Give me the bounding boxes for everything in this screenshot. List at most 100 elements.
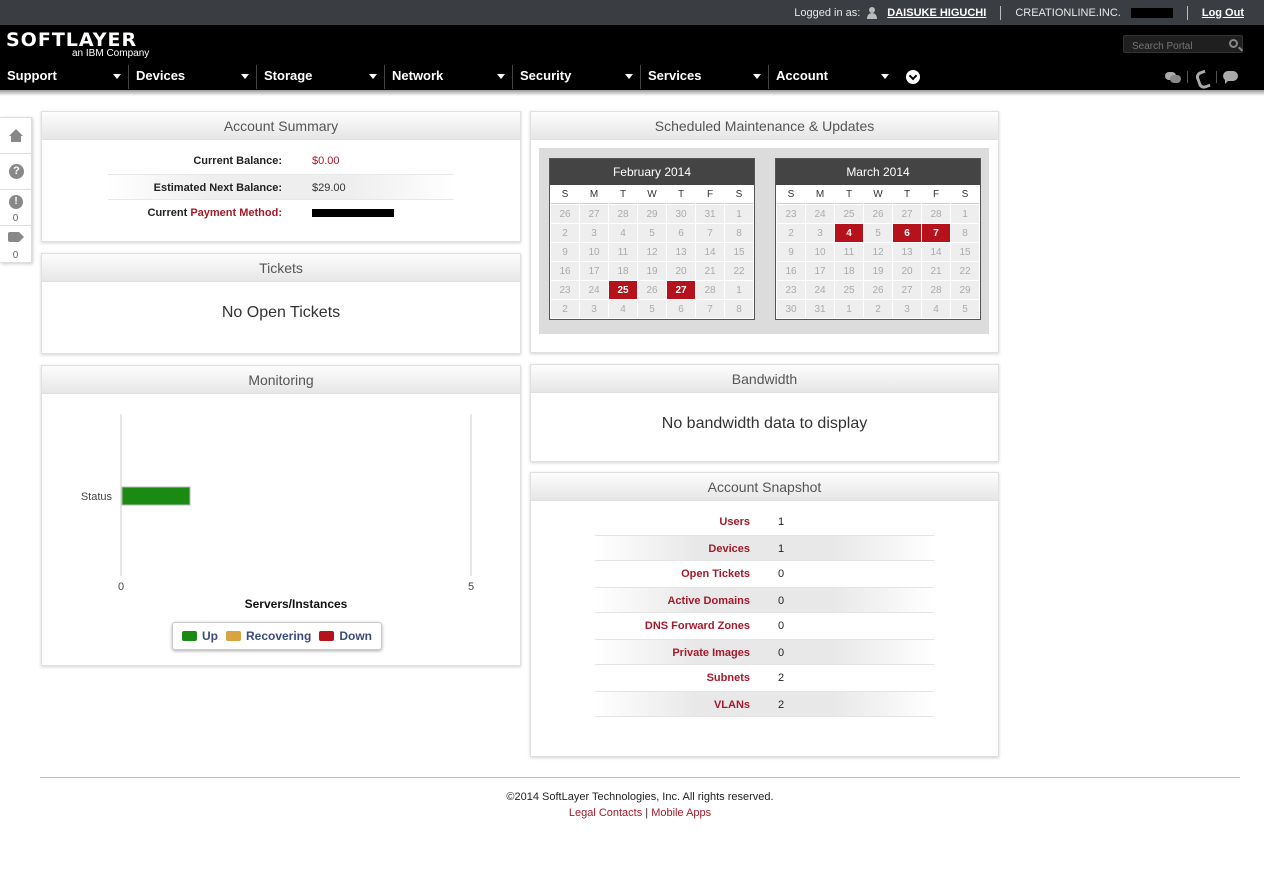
monitoring-panel: Monitoring Status 0 5 Servers/Instances … <box>41 365 521 666</box>
redacted-block <box>1130 7 1173 18</box>
calendar-grid: S M T W T F S 23 24 25 26 27 28 1 2 3 4 5 6 7 8 9 10 11 12 13 14 15… <box>776 185 980 319</box>
calendar-day: 1 <box>835 300 863 318</box>
feedback-icon[interactable] <box>1223 70 1239 84</box>
legend-label: Recovering <box>245 629 312 643</box>
live-chat-icon[interactable] <box>1165 70 1181 84</box>
snapshot-label-link[interactable]: Active Domains <box>595 588 750 612</box>
calendar-day: 16 <box>777 262 805 280</box>
sidebar-alerts[interactable]: ! 0 <box>0 190 31 226</box>
softlayer-logo[interactable]: SOFTLAYER an IBM Company <box>6 29 149 59</box>
calendar-day: 23 <box>777 281 805 299</box>
calendar-day: 24 <box>806 205 834 223</box>
panel-title: Account Summary <box>42 112 520 140</box>
nav-network[interactable]: Network <box>384 65 512 89</box>
maintenance-day[interactable]: 27 <box>667 281 695 299</box>
calendar-day: 5 <box>951 300 979 318</box>
bandwidth-panel: Bandwidth No bandwidth data to display <box>530 364 999 462</box>
legend-item-up[interactable]: Up <box>181 629 218 643</box>
username-link[interactable]: DAISUKE HIGUCHI <box>887 7 986 19</box>
caret-down-icon <box>497 74 505 79</box>
calendar-day: 2 <box>551 300 579 318</box>
search-icon[interactable] <box>1229 39 1238 48</box>
legend-item-down[interactable]: Down <box>319 629 372 643</box>
calendar-day: 2 <box>551 224 579 242</box>
x-tick-label: 5 <box>468 581 474 593</box>
divider <box>1000 5 1002 20</box>
legend-swatch <box>225 631 241 641</box>
calendar-day: 9 <box>777 243 805 261</box>
calendar-day: 24 <box>806 281 834 299</box>
sidebar-tags[interactable]: 0 <box>0 226 31 262</box>
calendar-day: 25 <box>835 205 863 223</box>
nav-security[interactable]: Security <box>512 65 640 89</box>
weekday-header: S <box>725 186 753 204</box>
nav-label: Account <box>776 68 828 83</box>
mobile-apps-link[interactable]: Mobile Apps <box>651 807 711 819</box>
summary-row: Current Payment Method: <box>108 200 454 226</box>
summary-label: Estimated Next Balance: <box>153 182 282 194</box>
calendar-day: 10 <box>580 243 608 261</box>
legend-label: Down <box>339 629 373 643</box>
monitoring-chart: Status 0 5 Servers/Instances <box>81 414 474 611</box>
nav-account[interactable]: Account <box>768 65 896 89</box>
snapshot-label-link[interactable]: DNS Forward Zones <box>595 613 750 639</box>
calendar-day: 4 <box>609 300 637 318</box>
phone-icon[interactable] <box>1194 70 1210 84</box>
snapshot-value: 0 <box>778 595 785 607</box>
search-input[interactable] <box>1124 38 1224 55</box>
snapshot-value: 0 <box>778 568 785 580</box>
calendar-month: March 2014 <box>776 159 980 185</box>
calendar-day: 2 <box>777 224 805 242</box>
maintenance-day[interactable]: 7 <box>922 224 950 242</box>
legal-contacts-link[interactable]: Legal Contacts <box>569 807 642 819</box>
sidebar-home[interactable] <box>0 118 31 154</box>
maintenance-day[interactable]: 25 <box>609 281 637 299</box>
snapshot-label-link[interactable]: Subnets <box>595 665 750 691</box>
calendar-day: 20 <box>667 262 695 280</box>
sidebar-help[interactable]: ? <box>0 154 31 190</box>
empty-message: No Open Tickets <box>221 304 341 321</box>
snapshot-label-link[interactable]: VLANs <box>595 692 750 716</box>
weekday-header: T <box>609 186 637 204</box>
logout-link[interactable]: Log Out <box>1202 7 1244 19</box>
snapshot-label-link[interactable]: Devices <box>595 536 750 560</box>
snapshot-row: DNS Forward Zones 0 <box>595 613 934 639</box>
tag-icon <box>8 232 24 244</box>
calendar-day: 20 <box>893 262 921 280</box>
quick-sidebar: ? ! 0 0 <box>0 117 32 263</box>
calendar-day: 1 <box>725 281 753 299</box>
nav-storage[interactable]: Storage <box>256 65 384 89</box>
caret-down-icon <box>881 74 889 79</box>
summary-label: Current Payment Method: <box>108 200 282 226</box>
legend-swatch <box>319 631 335 641</box>
snapshot-value: 0 <box>778 620 785 632</box>
payment-method-link[interactable]: Payment Method <box>190 207 278 219</box>
calendar-day: 3 <box>580 300 608 318</box>
nav-services[interactable]: Services <box>640 65 768 89</box>
calendar-day: 7 <box>696 300 724 318</box>
nav-label: Services <box>648 68 702 83</box>
nav-support[interactable]: Support <box>0 65 128 89</box>
calendar-day: 23 <box>777 205 805 223</box>
snapshot-label-link[interactable]: Users <box>595 509 750 535</box>
search-box <box>1123 35 1243 55</box>
more-chevron-icon[interactable] <box>906 70 920 84</box>
legend-item-recovering[interactable]: Recovering <box>225 629 312 643</box>
calendar-grid: S M T W T F S 26 27 28 29 30 31 1 2 3 4 5 6 7 8 9 10 11 12 13 14 15… <box>550 185 754 319</box>
account-snapshot-panel: Account Snapshot Users 1 Devices 1 Open Tick… <box>530 472 999 757</box>
snapshot-value: 2 <box>778 672 785 684</box>
panel-title: Tickets <box>42 254 520 282</box>
nav-devices[interactable]: Devices <box>128 65 256 89</box>
caret-down-icon <box>625 74 633 79</box>
calendar-day: 28 <box>922 205 950 223</box>
snapshot-label-link[interactable]: Private Images <box>595 640 750 664</box>
calendar-day: 6 <box>667 300 695 318</box>
snapshot-label-link[interactable]: Open Tickets <box>595 561 750 587</box>
calendar-day: 13 <box>893 243 921 261</box>
maintenance-day[interactable]: 6 <box>893 224 921 242</box>
nav-label: Devices <box>136 68 186 83</box>
maintenance-day[interactable]: 4 <box>835 224 863 242</box>
link-separator: | <box>645 807 649 819</box>
panel-title: Scheduled Maintenance & Updates <box>531 112 998 140</box>
weekday-header: M <box>580 186 608 204</box>
